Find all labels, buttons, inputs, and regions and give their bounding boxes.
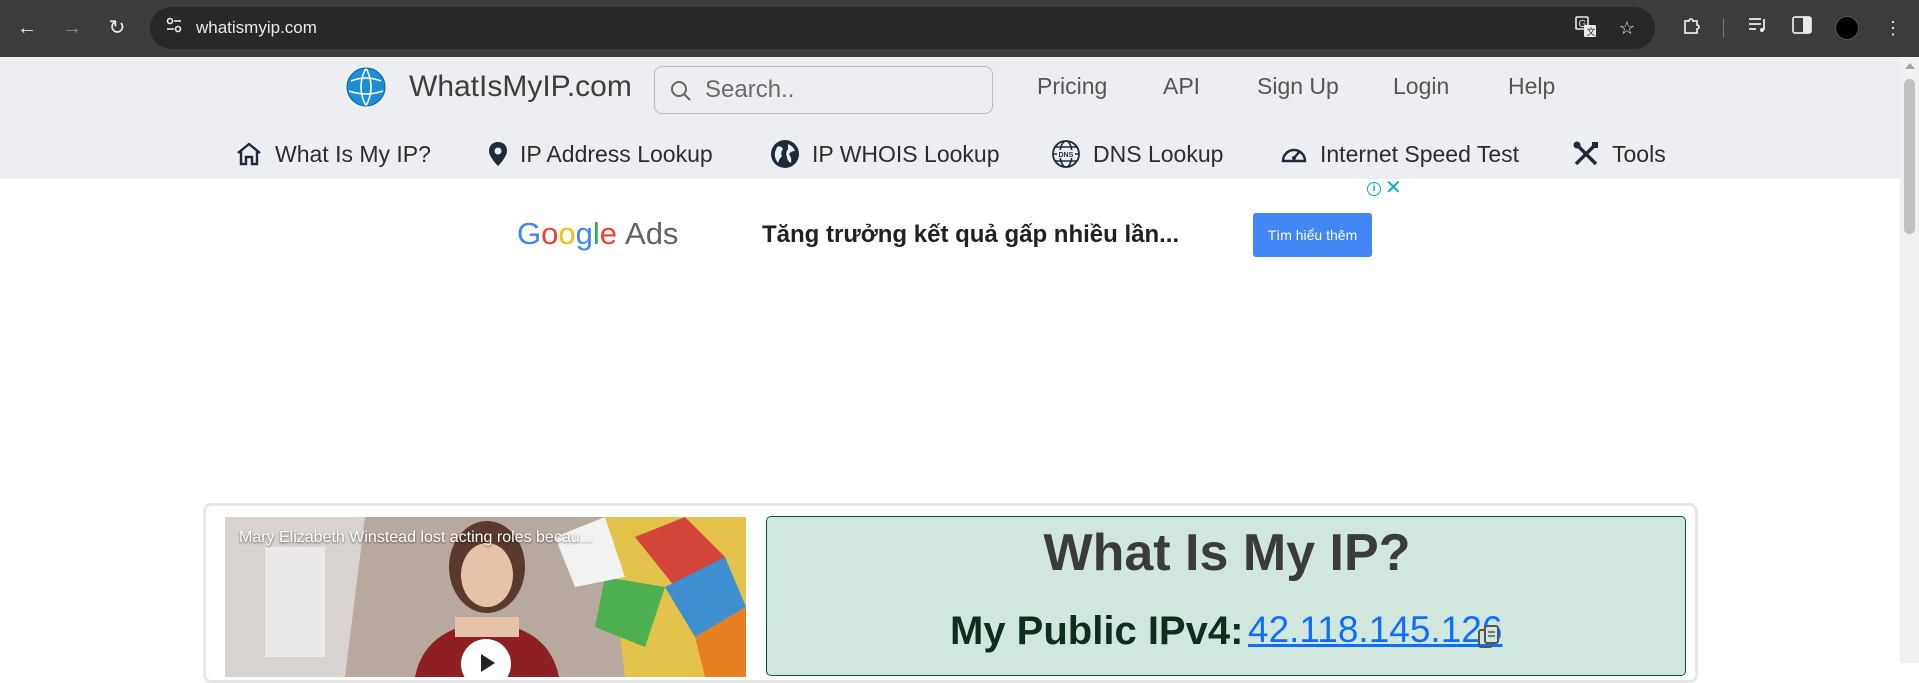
google-ads-logo[interactable]: Google Ads [517,216,678,252]
home-icon [237,142,261,166]
nav-what-is-my-ip[interactable]: What Is My IP? [235,137,431,171]
kebab-menu-icon[interactable]: ⋮ [1879,14,1907,42]
login-link[interactable]: Login [1393,73,1449,100]
translate-icon[interactable]: G文 [1574,16,1598,40]
tools-icon [1573,141,1598,166]
ad-close-icon[interactable]: ✕ [1385,177,1402,199]
search-box[interactable] [654,66,993,114]
search-input[interactable] [705,73,975,107]
map-pin-icon [489,142,507,166]
globe-icon [771,140,799,168]
address-bar[interactable]: whatismyip.com G文 ☆ [150,7,1655,49]
site-settings-icon[interactable] [162,16,186,40]
forward-arrow-icon[interactable]: → [58,14,86,42]
svg-text:文: 文 [1587,26,1596,37]
media-queue-icon[interactable] [1743,14,1771,42]
nav-internet-speed-test[interactable]: Internet Speed Test [1280,137,1519,171]
nav-ip-address-lookup[interactable]: IP Address Lookup [488,137,713,171]
ad-info-icon[interactable]: i [1367,182,1381,196]
globe-logo-icon[interactable] [346,67,386,107]
ipv4-label: My Public IPv4: [950,609,1244,653]
speedometer-icon [1281,148,1307,163]
scroll-up-arrow-icon[interactable] [1905,63,1915,69]
ipv4-address-link[interactable]: 42.118.145.126 [1248,609,1502,651]
video-player[interactable]: Mary Elizabeth Winstead lost acting role… [225,517,746,677]
scroll-thumb[interactable] [1904,79,1915,234]
help-link[interactable]: Help [1508,73,1555,100]
profile-avatar[interactable] [1835,16,1859,40]
sign-up-link[interactable]: Sign Up [1257,73,1339,100]
nav-label: Tools [1612,140,1666,167]
nav-ip-whois-lookup[interactable]: IP WHOIS Lookup [770,137,1000,171]
page-heading: What Is My IP? [1043,524,1411,582]
ad-headline[interactable]: Tăng trưởng kết quả gấp nhiều lần... [762,221,1179,249]
site-header: WhatIsMyIP.com Pricing API Sign Up Login… [0,57,1900,179]
search-icon [671,81,691,101]
url-text[interactable]: whatismyip.com [196,7,317,49]
api-link[interactable]: API [1163,73,1200,100]
nav-label: Internet Speed Test [1320,140,1520,167]
reload-icon[interactable]: ↻ [103,14,131,42]
ad-cta-button[interactable]: Tìm hiểu thêm [1253,213,1372,257]
pricing-link[interactable]: Pricing [1037,73,1107,100]
browser-toolbar: ← → ↻ whatismyip.com G文 ☆ ⋮ [0,0,1919,57]
site-logo-text[interactable]: WhatIsMyIP.com [409,70,632,104]
dns-globe-icon: DNS [1052,140,1080,168]
nav-tools[interactable]: Tools [1572,137,1666,171]
copy-icon[interactable] [1478,625,1500,649]
nav-label: What Is My IP? [275,140,431,167]
back-arrow-icon[interactable]: ← [13,14,41,42]
ip-panel: What Is My IP? My Public IPv4: 42.118.14… [766,516,1686,676]
toolbar-separator [1723,18,1724,38]
star-icon[interactable]: ☆ [1615,16,1639,40]
side-panel-icon[interactable] [1788,14,1816,42]
video-title[interactable]: Mary Elizabeth Winstead lost acting role… [239,529,593,547]
puzzle-icon[interactable] [1678,14,1706,42]
ads-wordmark: Ads [625,216,679,251]
nav-label: IP Address Lookup [520,140,713,167]
nav-label: DNS Lookup [1093,140,1224,167]
svg-text:DNS: DNS [1059,152,1074,159]
page-scrollbar[interactable] [1900,57,1919,663]
google-wordmark: Google [517,216,618,251]
nav-dns-lookup[interactable]: DNS DNS Lookup [1051,137,1223,171]
nav-label: IP WHOIS Lookup [812,140,1000,167]
